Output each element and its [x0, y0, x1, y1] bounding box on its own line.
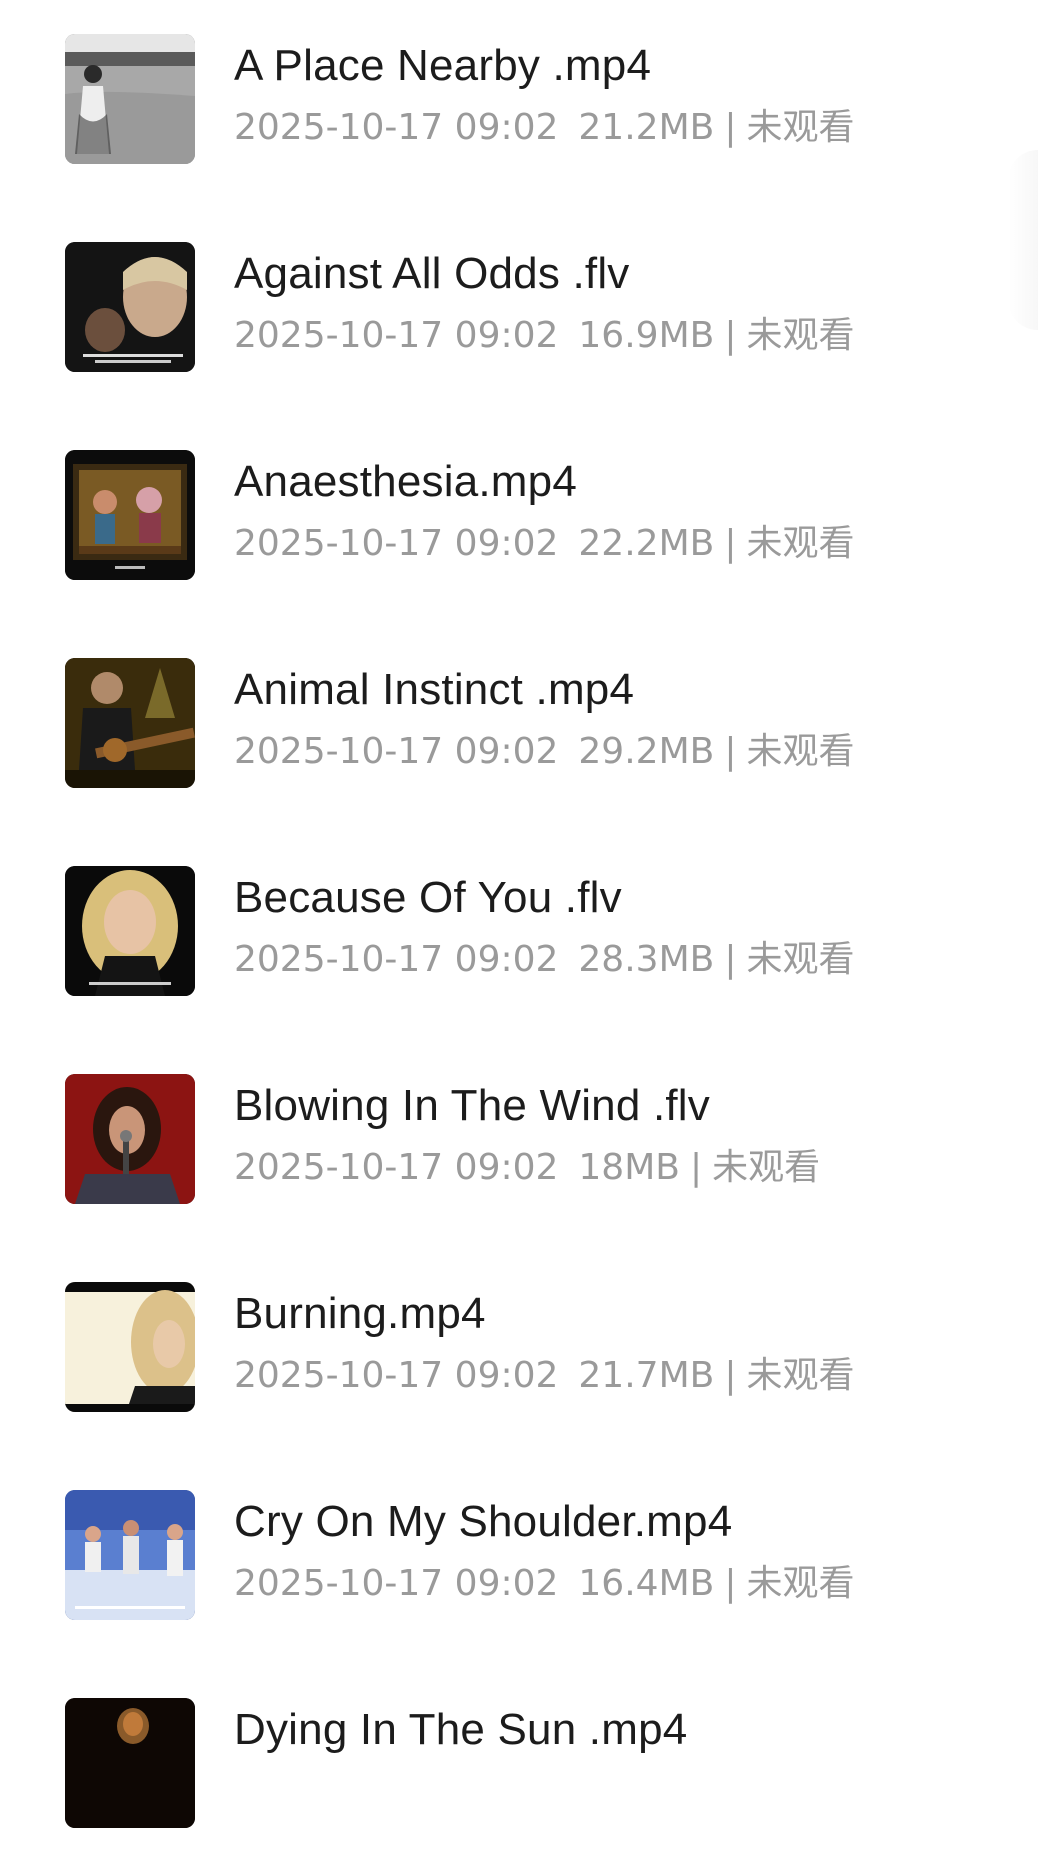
video-title: Because Of You .flv: [234, 873, 622, 922]
video-thumbnail: [65, 866, 195, 996]
video-meta: 2025-10-17 09:02 16.9MB | 未观看: [234, 312, 854, 360]
video-thumbnail: [65, 242, 195, 372]
watch-status: 未观看: [746, 523, 855, 564]
video-size: 28.3MB: [578, 939, 715, 980]
watch-status: 未观看: [746, 939, 855, 980]
watch-status: 未观看: [746, 107, 855, 148]
video-date: 2025-10-17 09:02: [234, 523, 559, 564]
video-thumbnail: [65, 1490, 195, 1620]
video-title: Burning.mp4: [234, 1289, 486, 1338]
video-size: 16.9MB: [578, 315, 715, 356]
video-meta: 2025-10-17 09:02 18MB | 未观看: [234, 1144, 820, 1192]
video-item[interactable]: A Place Nearby .mp4 2025-10-17 09:02 21.2…: [0, 0, 1038, 208]
video-item[interactable]: Burning.mp4 2025-10-17 09:02 21.7MB | 未观看: [0, 1248, 1038, 1456]
watch-status: 未观看: [746, 315, 855, 356]
watch-status: 未观看: [712, 1147, 821, 1188]
meta-separator: |: [724, 315, 737, 356]
meta-separator: |: [689, 1147, 703, 1188]
meta-separator: |: [724, 1355, 737, 1396]
video-item[interactable]: Anaesthesia.mp4 2025-10-17 09:02 22.2MB | 未…: [0, 416, 1038, 624]
video-thumbnail: [65, 658, 195, 788]
video-date: 2025-10-17 09:02: [234, 1563, 559, 1604]
video-title: Anaesthesia.mp4: [234, 457, 577, 506]
video-size: 22.2MB: [578, 523, 715, 564]
watch-status: 未观看: [746, 1563, 855, 1604]
video-date: 2025-10-17 09:02: [234, 315, 559, 356]
video-size: 29.2MB: [578, 731, 715, 772]
video-size: 21.7MB: [578, 1355, 715, 1396]
video-title: A Place Nearby .mp4: [234, 41, 652, 90]
video-thumbnail: [65, 450, 195, 580]
video-meta: 2025-10-17 09:02 22.2MB | 未观看: [234, 520, 854, 568]
video-meta: 2025-10-17 09:02 16.4MB | 未观看: [234, 1560, 854, 1608]
video-date: 2025-10-17 09:02: [234, 939, 559, 980]
video-title: Animal Instinct .mp4: [234, 665, 635, 714]
video-item[interactable]: Against All Odds .flv 2025-10-17 09:02 16…: [0, 208, 1038, 416]
video-title: Against All Odds .flv: [234, 249, 630, 298]
video-thumbnail: [65, 1282, 195, 1412]
video-thumbnail: [65, 1074, 195, 1204]
watch-status: 未观看: [746, 1355, 855, 1396]
video-meta: 2025-10-17 09:02 29.2MB | 未观看: [234, 728, 854, 776]
scroll-edge-shadow: [1008, 150, 1038, 330]
video-size: 16.4MB: [578, 1563, 715, 1604]
video-thumbnail: [65, 34, 195, 164]
video-date: 2025-10-17 09:02: [234, 1355, 559, 1396]
video-size: 18MB: [578, 1147, 680, 1188]
watch-status: 未观看: [746, 731, 855, 772]
video-item[interactable]: Animal Instinct .mp4 2025-10-17 09:02 29.…: [0, 624, 1038, 832]
video-date: 2025-10-17 09:02: [234, 107, 559, 148]
video-date: 2025-10-17 09:02: [234, 1147, 559, 1188]
video-date: 2025-10-17 09:02: [234, 731, 559, 772]
video-item[interactable]: Blowing In The Wind .flv 2025-10-17 09:0…: [0, 1040, 1038, 1248]
meta-separator: |: [724, 1563, 737, 1604]
video-title: Blowing In The Wind .flv: [234, 1081, 710, 1130]
video-title: Dying In The Sun .mp4: [234, 1705, 688, 1754]
video-meta: 2025-10-17 09:02 28.3MB | 未观看: [234, 936, 854, 984]
video-size: 21.2MB: [578, 107, 715, 148]
video-item[interactable]: Cry On My Shoulder.mp4 2025-10-17 09:02 1…: [0, 1456, 1038, 1664]
video-meta: 2025-10-17 09:02 21.2MB | 未观看: [234, 104, 854, 152]
video-list: A Place Nearby .mp4 2025-10-17 09:02 21.2…: [0, 0, 1038, 1828]
video-title: Cry On My Shoulder.mp4: [234, 1497, 733, 1546]
meta-separator: |: [724, 107, 737, 148]
meta-separator: |: [724, 731, 737, 772]
video-thumbnail: [65, 1698, 195, 1828]
video-item[interactable]: Dying In The Sun .mp4: [0, 1664, 1038, 1872]
video-meta: 2025-10-17 09:02 21.7MB | 未观看: [234, 1352, 854, 1400]
video-item[interactable]: Because Of You .flv 2025-10-17 09:02 28.3…: [0, 832, 1038, 1040]
meta-separator: |: [724, 939, 737, 980]
meta-separator: |: [724, 523, 737, 564]
